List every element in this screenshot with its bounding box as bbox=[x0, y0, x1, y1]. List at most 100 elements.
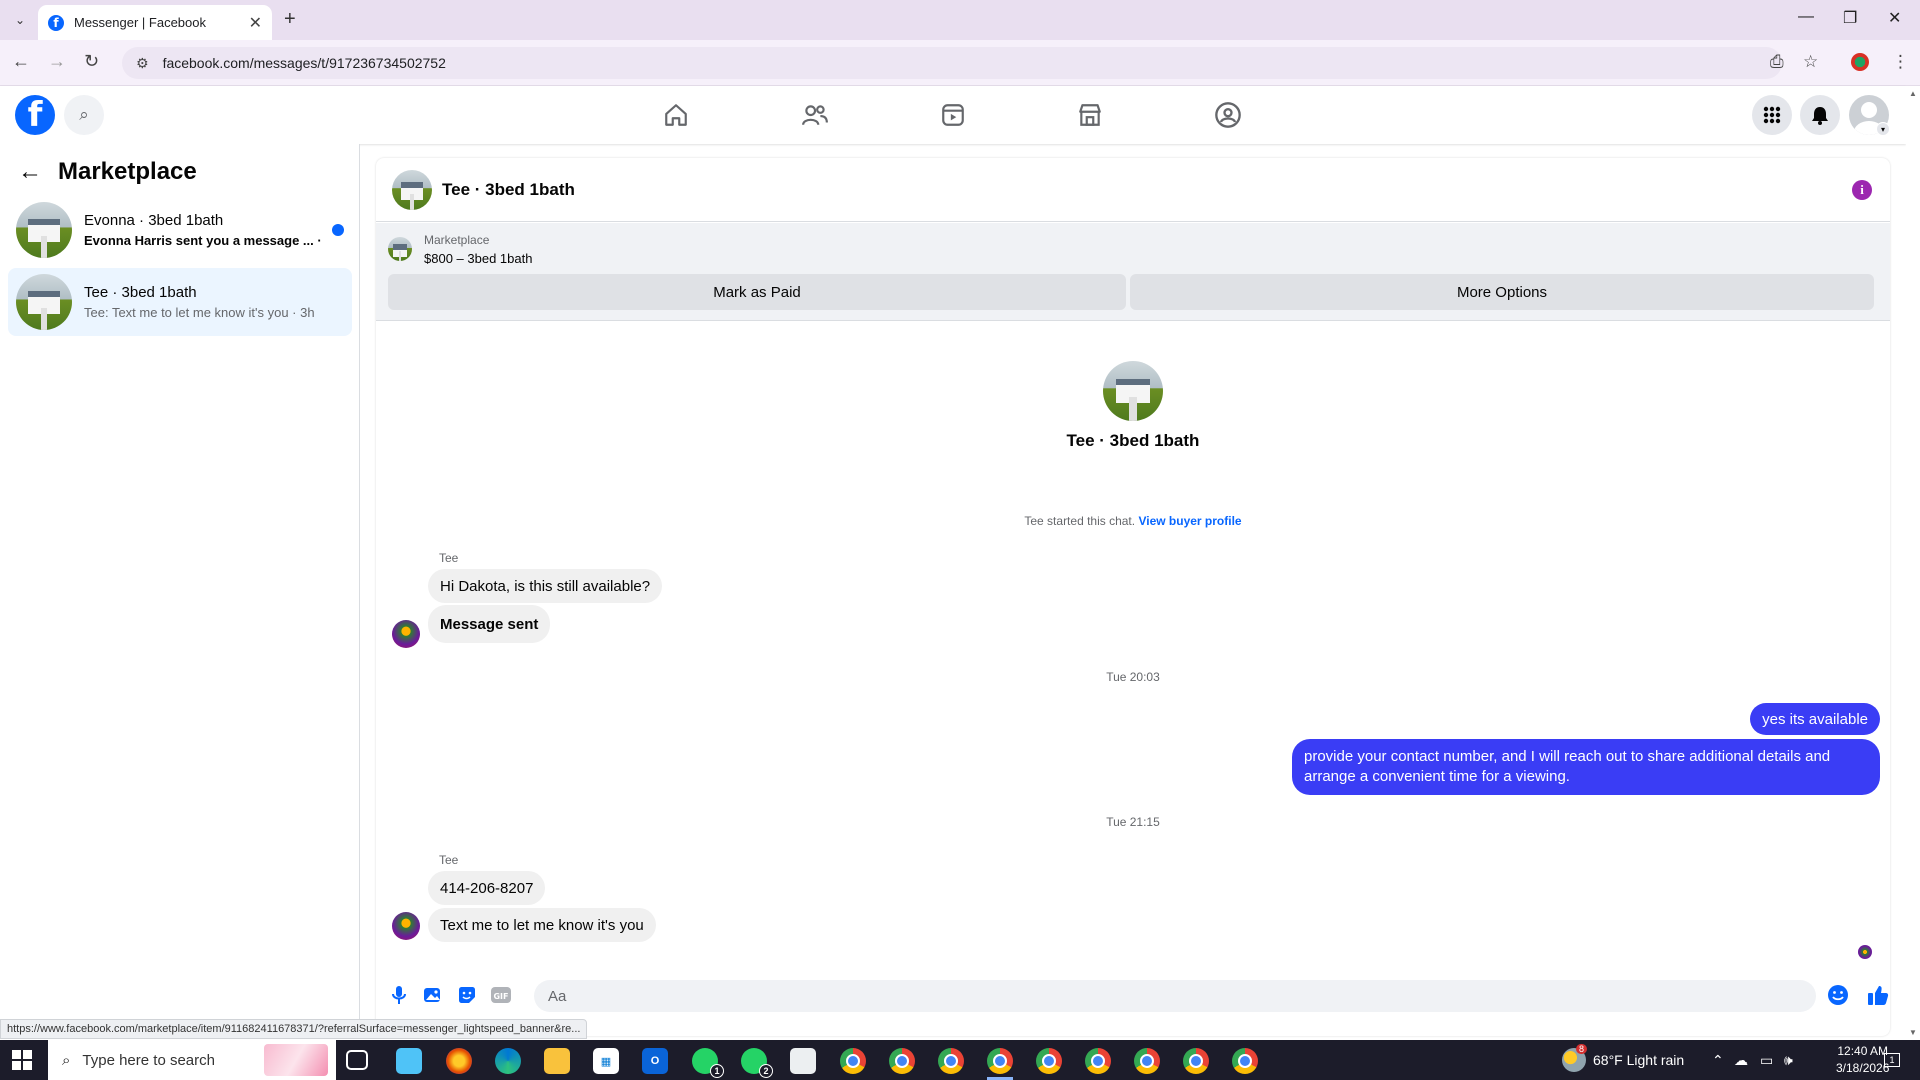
install-app-icon[interactable]: ⎙ bbox=[1770, 52, 1784, 72]
reload-icon[interactable]: ↻ bbox=[84, 51, 99, 72]
conversation-item-evonna[interactable]: Evonna · 3bed 1bath Evonna Harris sent y… bbox=[8, 196, 352, 264]
volume-icon[interactable]: 🕪 bbox=[1784, 1040, 1793, 1080]
listing-thumbnail[interactable] bbox=[388, 237, 412, 261]
gif-icon[interactable]: GIF bbox=[490, 984, 512, 1006]
edge-app-icon[interactable] bbox=[495, 1048, 521, 1074]
microphone-icon[interactable] bbox=[388, 984, 410, 1006]
message-composer: GIF bbox=[376, 968, 1890, 1024]
task-view-icon[interactable] bbox=[346, 1050, 368, 1070]
like-thumbs-up-icon[interactable] bbox=[1866, 984, 1890, 1006]
address-bar[interactable]: ⚙ facebook.com/messages/t/91723673450275… bbox=[122, 47, 1782, 79]
marketplace-banner: Marketplace $800 – 3bed 1bath Mark as Pa… bbox=[376, 223, 1890, 321]
chrome-app-icon[interactable] bbox=[1232, 1048, 1258, 1074]
outlook-app-icon[interactable]: O bbox=[642, 1048, 668, 1074]
back-arrow-icon[interactable]: ← bbox=[18, 158, 42, 186]
chat-panel: Tee · 3bed 1bath i Marketplace $800 – 3b… bbox=[376, 158, 1890, 1036]
file-explorer-icon[interactable] bbox=[544, 1048, 570, 1074]
more-options-button[interactable]: More Options bbox=[1130, 274, 1874, 310]
clock-time: 12:40 AM bbox=[1837, 1044, 1889, 1058]
system-clock[interactable]: 12:40 AM 3/18/2026 bbox=[1836, 1043, 1889, 1077]
outgoing-message-bubble[interactable]: provide your contact number, and I will … bbox=[1292, 739, 1880, 795]
timestamp: Tue 20:03 bbox=[1106, 670, 1160, 684]
site-info-icon[interactable]: ⚙ bbox=[136, 55, 149, 72]
network-icon[interactable]: ▭ bbox=[1760, 1040, 1773, 1080]
onedrive-cloud-icon[interactable]: ☁ bbox=[1734, 1040, 1748, 1080]
read-receipt-avatar bbox=[1858, 945, 1872, 959]
mark-as-paid-button[interactable]: Mark as Paid bbox=[388, 274, 1126, 310]
chevron-down-icon[interactable]: ▾ bbox=[1876, 122, 1890, 136]
profile-avatar[interactable] bbox=[1103, 361, 1163, 421]
notifications-bell-icon[interactable] bbox=[1800, 95, 1840, 135]
message-bubble[interactable]: 414-206-8207 bbox=[428, 871, 546, 905]
chrome-app-icon[interactable] bbox=[889, 1048, 915, 1074]
marketplace-icon[interactable] bbox=[1072, 98, 1108, 132]
conversation-preview: Evonna Harris sent you a message ... · 1… bbox=[84, 233, 324, 248]
chrome-app-icon[interactable] bbox=[1085, 1048, 1111, 1074]
message-bubble[interactable]: Message sent bbox=[428, 605, 551, 643]
video-icon[interactable] bbox=[935, 98, 971, 132]
clock-date: 3/18/2026 bbox=[1836, 1061, 1890, 1075]
weather-icon[interactable]: 8 bbox=[1562, 1044, 1588, 1072]
browser-profile-icon[interactable] bbox=[1851, 53, 1869, 71]
message-input[interactable] bbox=[534, 980, 1816, 1012]
weather-badge: 8 bbox=[1576, 1044, 1588, 1054]
chrome-app-icon[interactable] bbox=[1036, 1048, 1062, 1074]
listing-price[interactable]: $800 – 3bed 1bath bbox=[424, 251, 532, 266]
notification-center-icon[interactable]: 1 bbox=[1884, 1040, 1900, 1080]
view-buyer-profile-link[interactable]: View buyer profile bbox=[1138, 514, 1241, 528]
conversation-title: Tee · 3bed 1bath bbox=[84, 284, 197, 301]
groups-icon[interactable] bbox=[1210, 98, 1246, 132]
svg-text:GIF: GIF bbox=[493, 992, 508, 1001]
show-hidden-icons-icon[interactable]: ⌃ bbox=[1712, 1040, 1724, 1080]
chat-avatar[interactable] bbox=[392, 169, 432, 210]
message-sender: Tee bbox=[439, 853, 459, 867]
page-scrollbar[interactable]: ▲ ▼ bbox=[1906, 86, 1920, 1040]
message-bubble[interactable]: Hi Dakota, is this still available? bbox=[428, 569, 663, 603]
minimize-icon[interactable]: — bbox=[1798, 8, 1814, 26]
app-window-icon[interactable] bbox=[790, 1048, 816, 1074]
chat-title[interactable]: Tee · 3bed 1bath bbox=[442, 180, 575, 200]
scroll-up-icon[interactable]: ▲ bbox=[1909, 89, 1917, 98]
facebook-logo[interactable]: f bbox=[15, 95, 55, 135]
taskbar-search-box[interactable]: ⌕ Type here to search bbox=[48, 1040, 336, 1080]
info-icon[interactable]: i bbox=[1852, 180, 1872, 200]
browser-menu-icon[interactable]: ⋮ bbox=[1892, 52, 1909, 72]
sender-avatar[interactable] bbox=[392, 620, 420, 648]
chrome-app-icon[interactable] bbox=[840, 1048, 866, 1074]
microsoft-store-icon[interactable]: ▦ bbox=[593, 1048, 619, 1074]
whatsapp-business-app-icon[interactable]: 2 bbox=[741, 1048, 773, 1078]
photo-icon[interactable] bbox=[422, 984, 444, 1006]
chrome-app-icon[interactable] bbox=[1183, 1048, 1209, 1074]
firefox-app-icon[interactable] bbox=[446, 1048, 472, 1074]
sticker-icon[interactable] bbox=[456, 984, 478, 1006]
search-icon[interactable]: ⌕ bbox=[64, 95, 104, 135]
chrome-app-icon[interactable] bbox=[1134, 1048, 1160, 1074]
emoji-icon[interactable] bbox=[1826, 984, 1850, 1006]
windows-start-icon[interactable] bbox=[12, 1050, 32, 1070]
browser-tab[interactable]: f Messenger | Facebook ✕ bbox=[38, 5, 272, 40]
message-bubble[interactable]: Text me to let me know it's you bbox=[428, 908, 656, 942]
friends-icon[interactable] bbox=[797, 98, 833, 132]
whatsapp-app-icon[interactable]: 1 bbox=[692, 1048, 724, 1078]
sidebar-title: Marketplace bbox=[58, 158, 197, 185]
conversation-item-tee[interactable]: Tee · 3bed 1bath Tee: Text me to let me … bbox=[8, 268, 352, 336]
sender-avatar[interactable] bbox=[392, 912, 420, 940]
browser-tab-bar: ⌄ f Messenger | Facebook ✕ + — ❐ ✕ bbox=[0, 0, 1920, 40]
weather-text[interactable]: 68°F Light rain bbox=[1593, 1040, 1684, 1080]
chrome-app-icon[interactable] bbox=[987, 1048, 1013, 1074]
close-window-icon[interactable]: ✕ bbox=[1888, 8, 1901, 28]
restore-icon[interactable]: ❐ bbox=[1843, 8, 1857, 28]
scroll-down-icon[interactable]: ▼ bbox=[1909, 1028, 1917, 1037]
chrome-app-icon[interactable] bbox=[938, 1048, 964, 1074]
menu-grid-icon[interactable] bbox=[1752, 95, 1792, 135]
notepad-app-icon[interactable] bbox=[396, 1048, 422, 1074]
new-tab-icon[interactable]: + bbox=[284, 8, 296, 31]
outgoing-message-bubble[interactable]: yes its available bbox=[1750, 703, 1880, 735]
close-tab-icon[interactable]: ✕ bbox=[249, 13, 262, 33]
forward-icon[interactable]: → bbox=[48, 51, 66, 72]
bookmark-star-icon[interactable]: ☆ bbox=[1803, 52, 1818, 72]
tab-search-dropdown-icon[interactable]: ⌄ bbox=[10, 10, 30, 30]
home-icon[interactable] bbox=[658, 98, 694, 132]
unread-dot bbox=[332, 224, 344, 236]
back-icon[interactable]: ← bbox=[12, 51, 30, 72]
